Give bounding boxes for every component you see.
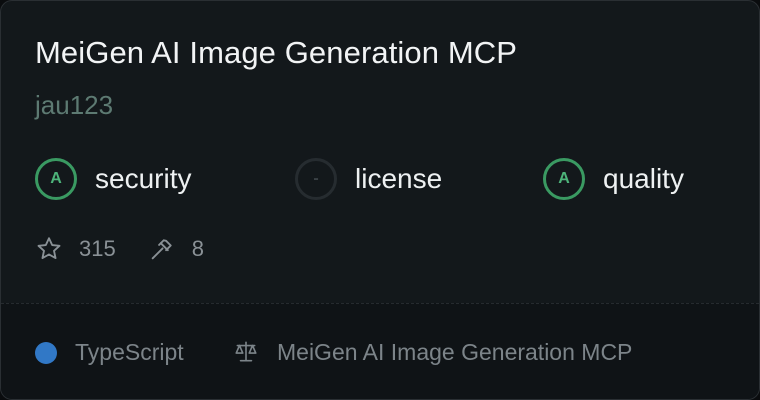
license-label: MeiGen AI Image Generation MCP bbox=[277, 339, 633, 365]
card-title[interactable]: MeiGen AI Image Generation MCP bbox=[35, 35, 517, 71]
hammer-icon bbox=[148, 235, 176, 263]
tools-count: 8 bbox=[191, 236, 204, 261]
grade-security: A security bbox=[35, 156, 191, 202]
language-color-dot bbox=[35, 342, 57, 364]
card-footer: TypeScript MeiGen AI Image Generation MC… bbox=[1, 303, 759, 399]
language-label: TypeScript bbox=[75, 339, 184, 365]
license-grade-label: license bbox=[355, 163, 443, 194]
scale-icon bbox=[233, 339, 259, 365]
star-icon bbox=[35, 235, 63, 263]
mcp-server-card[interactable]: MeiGen AI Image Generation MCP jau123 A … bbox=[0, 0, 760, 400]
grade-quality: A quality bbox=[543, 156, 684, 202]
quality-grade-label: quality bbox=[603, 163, 684, 194]
quality-grade-badge: A bbox=[543, 158, 585, 200]
card-author[interactable]: jau123 bbox=[35, 90, 113, 121]
star-count: 315 bbox=[79, 236, 116, 261]
license-grade-badge: - bbox=[295, 158, 337, 200]
grade-license: - license bbox=[295, 156, 442, 202]
security-grade-badge: A bbox=[35, 158, 77, 200]
security-grade-label: security bbox=[95, 163, 192, 194]
stats-row: 315 8 bbox=[35, 233, 204, 265]
